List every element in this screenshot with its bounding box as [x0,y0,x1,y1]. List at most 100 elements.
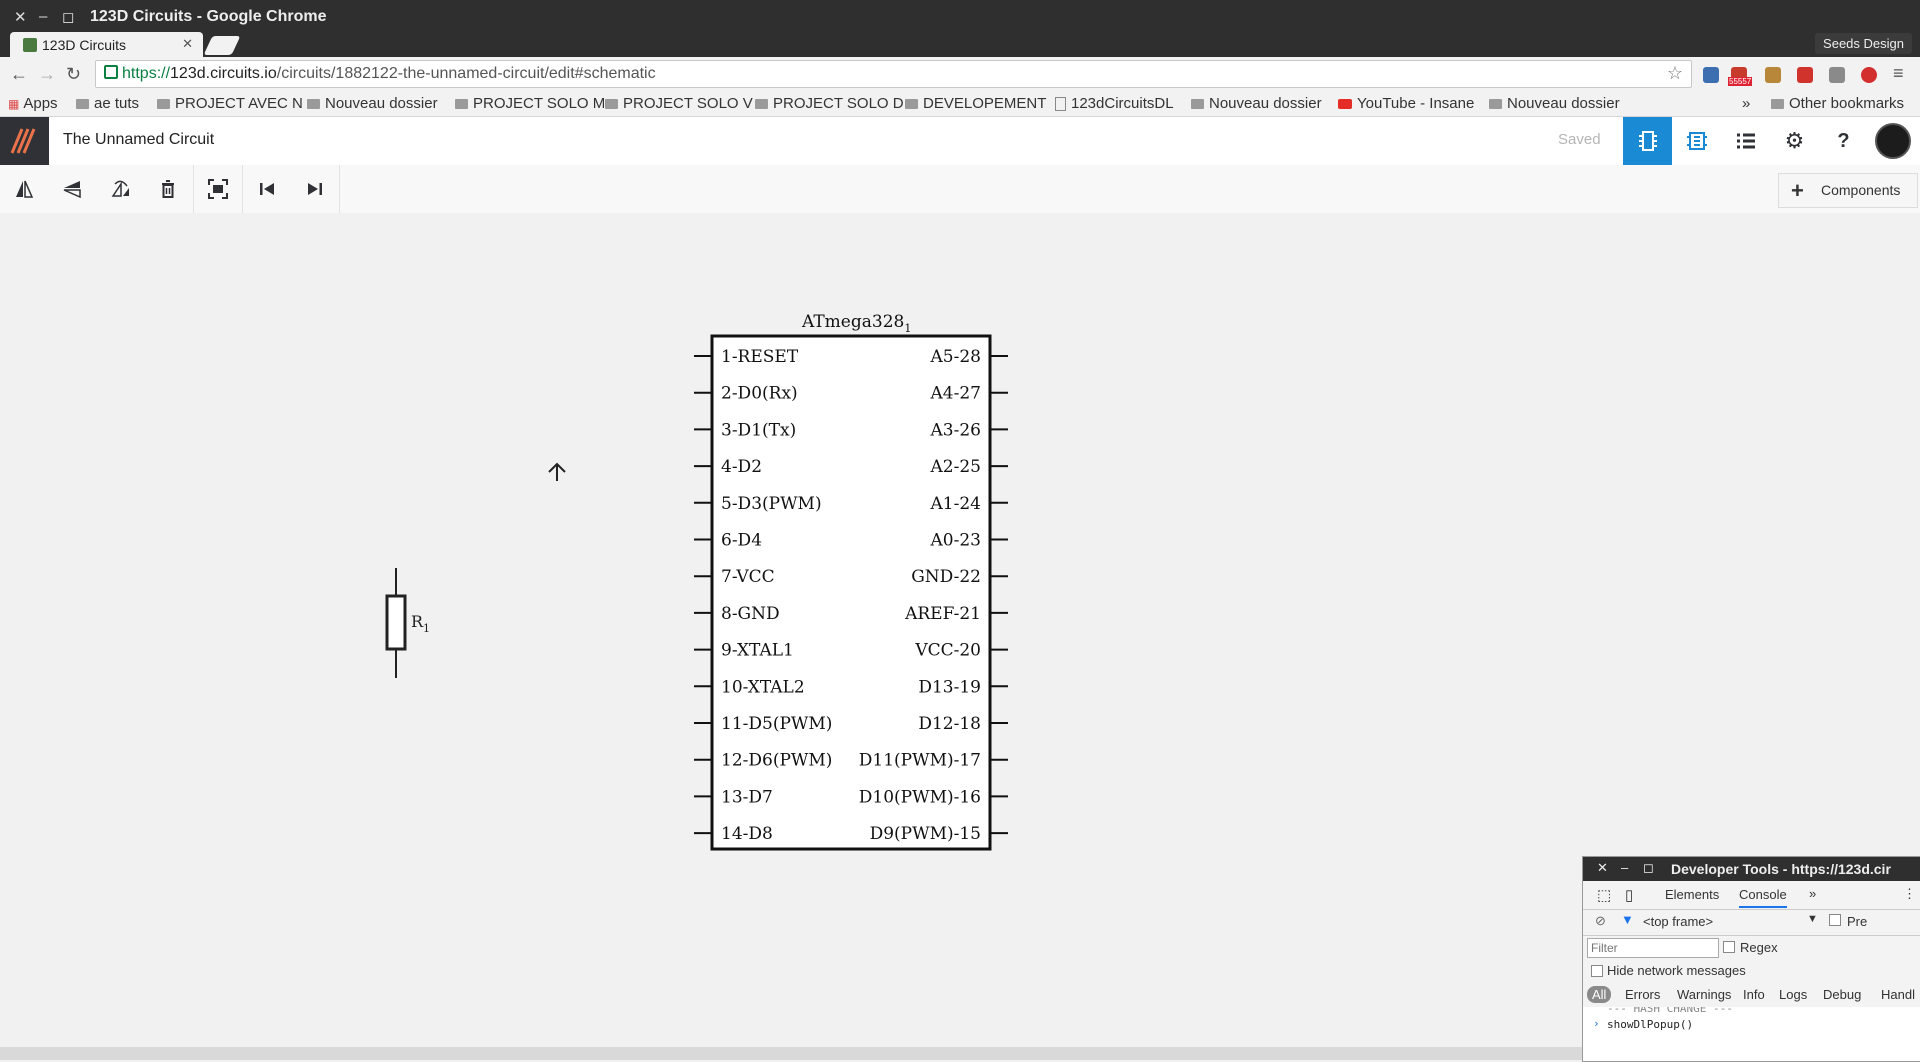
user-avatar-button[interactable] [1868,117,1917,165]
level-handlers[interactable]: Handl [1881,987,1915,1002]
extension-3-icon[interactable] [1765,67,1781,83]
editor-toolbar: + Components [0,165,1920,214]
bookmark-folder[interactable]: Nouveau dossier [307,95,438,112]
undo-button[interactable] [243,165,291,213]
back-arrow-icon[interactable]: ← [10,64,28,85]
console-input-line[interactable]: showDlPopup() [1607,1018,1693,1031]
pin-label-right: A4-27 [930,384,981,404]
level-debug[interactable]: Debug [1823,987,1861,1002]
level-logs[interactable]: Logs [1779,987,1807,1002]
hide-network-row: Hide network messages [1583,961,1920,983]
browser-tab[interactable]: 123D Circuits ✕ [10,32,203,57]
cors-extension-icon[interactable] [1797,67,1813,83]
bookmarks-overflow-button[interactable]: » [1742,95,1750,112]
navigation-bar: ← → ↻ https://123d.circuits.io/circuits/… [0,57,1920,92]
zoom-to-fit-button[interactable] [194,165,242,213]
new-tab-button[interactable] [203,36,241,55]
chrome-menu-icon[interactable]: ≡ [1893,63,1904,84]
more-tabs-icon[interactable]: » [1809,886,1816,901]
folder-icon [1771,99,1784,110]
pin-label-right: D13-19 [918,677,981,697]
delete-button[interactable] [144,165,192,213]
pin-label-right: D12-18 [918,714,981,734]
regex-checkbox[interactable] [1723,941,1735,953]
redo-button[interactable] [291,165,339,213]
pin-label-left: 10-XTAL2 [721,677,805,697]
level-all[interactable]: All [1587,986,1612,1003]
maximize-window-icon[interactable]: ◻ [62,8,74,26]
bookmark-folder[interactable]: PROJECT AVEC N [157,95,303,112]
atmega-chip[interactable]: ATmega3281 1-RESET 2-D0(Rx) 3-D1(Tx) 4-D2 5-… [694,312,1008,851]
bookmark-folder[interactable]: PROJECT SOLO M [455,95,605,112]
schematic-view-button[interactable] [1623,117,1672,165]
plus-icon: + [1791,178,1804,203]
circuit-name[interactable]: The Unnamed Circuit [63,131,214,149]
power-arrow-symbol[interactable] [548,462,566,481]
app-logo[interactable] [0,117,49,165]
close-devtools-icon[interactable]: ✕ [1597,860,1608,876]
bookmark-folder[interactable]: Nouveau dossier [1191,95,1322,112]
address-bar[interactable]: https://123d.circuits.io/circuits/188212… [95,60,1692,88]
bookmark-apps[interactable]: ▦ Apps [8,95,58,112]
maximize-devtools-icon[interactable]: ◻ [1643,860,1654,876]
bookmark-folder[interactable]: PROJECT SOLO D [755,95,904,112]
bookmark-youtube[interactable]: YouTube - Insane [1338,95,1474,112]
level-warnings[interactable]: Warnings [1677,987,1731,1002]
window-title: 123D Circuits - Google Chrome [90,8,327,25]
level-info[interactable]: Info [1743,987,1765,1002]
close-tab-icon[interactable]: ✕ [182,36,193,52]
console-log-line: --- HASH CHANGE --- [1607,1007,1733,1015]
console-output[interactable]: --- HASH CHANGE --- › showDlPopup() [1583,1007,1920,1061]
resistor-symbol[interactable]: R1 [385,568,430,678]
frame-selector[interactable]: <top frame> [1643,914,1713,929]
help-button[interactable]: ? [1819,117,1868,165]
devtools-titlebar: ✕ – ◻ Developer Tools - https://123d.cir [1583,857,1920,881]
page-icon [1055,97,1066,112]
pcb-view-button[interactable] [1672,117,1721,165]
flip-horizontal-button[interactable] [0,165,48,213]
clear-console-icon[interactable]: ⊘ [1595,913,1606,929]
extension-1-icon[interactable] [1703,67,1719,83]
rotate-button[interactable] [96,165,144,213]
fit-screen-icon [208,179,228,199]
bookmark-folder[interactable]: DEVELOPEMENT [905,95,1046,112]
resistor-subscript: 1 [423,622,430,635]
pin-label-right: A2-25 [930,457,981,477]
filter-icon[interactable]: ▼ [1621,912,1634,927]
settings-button[interactable]: ⚙ [1770,117,1819,165]
pin-label-right: D10(PWM)-16 [859,787,981,807]
close-window-icon[interactable]: ✕ [14,8,27,26]
console-filter-input[interactable] [1587,938,1719,958]
forward-arrow-icon[interactable]: → [38,64,56,85]
tab-console[interactable]: Console [1739,887,1787,908]
inspect-element-icon[interactable]: ⬚ [1597,886,1611,904]
hide-network-checkbox[interactable] [1591,965,1603,977]
devtools-menu-icon[interactable]: ⋮ [1903,886,1916,902]
skip-back-icon [260,183,274,195]
other-bookmarks[interactable]: Other bookmarks [1771,95,1904,112]
bookmark-folder[interactable]: PROJECT SOLO V [605,95,753,112]
adblock-extension-icon[interactable] [1861,67,1877,83]
profile-button[interactable]: Seeds Design [1815,33,1912,54]
reload-icon[interactable]: ↻ [66,64,81,85]
component-list-button[interactable] [1721,117,1770,165]
bookmark-folder[interactable]: Nouveau dossier [1489,95,1620,112]
components-button[interactable]: + Components [1778,173,1918,208]
flip-vertical-button[interactable] [48,165,96,213]
gmail-badge: 55557 [1728,77,1753,86]
minimize-window-icon[interactable]: – [39,8,47,25]
pin-label-right: VCC-20 [914,641,981,661]
tab-elements[interactable]: Elements [1665,887,1719,902]
pin-label-left: 7-VCC [721,567,775,587]
bookmark-folder[interactable]: ae tuts [76,95,139,112]
preserve-log-checkbox[interactable] [1829,914,1841,926]
minimize-devtools-icon[interactable]: – [1621,860,1628,875]
youtube-icon [1338,99,1352,110]
frame-dropdown-icon[interactable]: ▼ [1807,913,1818,925]
bookmark-page[interactable]: 123dCircuitsDL [1055,95,1174,112]
device-mode-icon[interactable]: ▯ [1625,886,1633,904]
pin-label-left: 1-RESET [721,347,799,367]
level-errors[interactable]: Errors [1625,987,1660,1002]
extension-5-icon[interactable] [1829,67,1845,83]
bookmark-star-icon[interactable]: ☆ [1667,63,1683,84]
